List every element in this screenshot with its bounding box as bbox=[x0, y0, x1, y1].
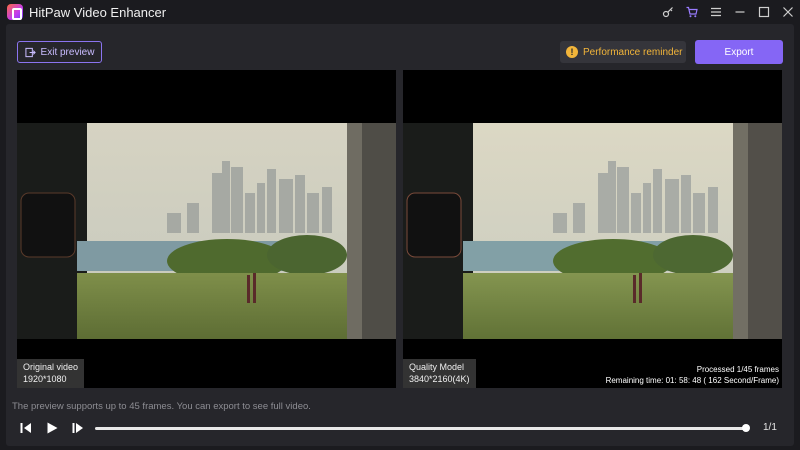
title-bar: HitPaw Video Enhancer bbox=[0, 0, 800, 24]
play-icon bbox=[47, 422, 58, 434]
window-controls bbox=[656, 0, 800, 24]
key-icon[interactable] bbox=[656, 0, 680, 24]
video-frame-image bbox=[17, 123, 396, 339]
export-button[interactable]: Export bbox=[695, 40, 783, 64]
performance-reminder-label: Performance reminder bbox=[583, 46, 683, 58]
maximize-icon[interactable] bbox=[752, 0, 776, 24]
menu-icon[interactable] bbox=[704, 0, 728, 24]
original-video-resolution: 1920*1080 bbox=[23, 374, 67, 384]
remaining-time-text: Remaining time: 01: 58: 48 ( 162 Second/… bbox=[605, 376, 779, 385]
quality-model-label: Quality Model 3840*2160(4K) bbox=[403, 359, 476, 388]
exit-preview-button[interactable]: Exit preview bbox=[17, 41, 102, 63]
original-video-title: Original video bbox=[23, 362, 79, 372]
processed-frames-text: Processed 1/45 frames bbox=[696, 365, 779, 374]
app-logo-icon bbox=[7, 4, 23, 20]
main-panel: Exit preview ! Performance reminder Expo… bbox=[6, 24, 794, 446]
cart-icon[interactable] bbox=[680, 0, 704, 24]
play-button[interactable] bbox=[44, 420, 60, 436]
close-icon[interactable] bbox=[776, 0, 800, 24]
exit-icon bbox=[24, 47, 36, 57]
previous-frame-button[interactable] bbox=[18, 420, 34, 436]
app-title: HitPaw Video Enhancer bbox=[29, 5, 167, 20]
performance-reminder-button[interactable]: ! Performance reminder bbox=[560, 41, 686, 63]
original-video-pane: Original video 1920*1080 bbox=[17, 70, 396, 388]
preview-notice: The preview supports up to 45 frames. Yo… bbox=[12, 401, 311, 412]
original-video-frame bbox=[17, 123, 396, 339]
original-video-label: Original video 1920*1080 bbox=[17, 359, 85, 388]
exit-preview-label: Exit preview bbox=[40, 46, 95, 58]
progress-track[interactable] bbox=[95, 427, 748, 430]
previous-frame-icon bbox=[20, 423, 31, 433]
processing-info: Processed 1/45 frames Remaining time: 01… bbox=[606, 364, 779, 386]
player-controls: 1/1 bbox=[6, 416, 794, 440]
minimize-icon[interactable] bbox=[728, 0, 752, 24]
next-frame-icon bbox=[72, 423, 83, 433]
quality-model-resolution: 3840*2160(4K) bbox=[409, 374, 470, 384]
enhanced-video-pane: Quality Model 3840*2160(4K) Processed 1/… bbox=[403, 70, 782, 388]
enhanced-video-frame bbox=[403, 123, 782, 339]
next-frame-button[interactable] bbox=[70, 420, 86, 436]
progress-handle[interactable] bbox=[742, 424, 750, 432]
video-frame-image bbox=[403, 123, 782, 339]
quality-model-title: Quality Model bbox=[409, 362, 465, 372]
frame-counter: 1/1 bbox=[763, 422, 777, 433]
warning-icon: ! bbox=[566, 46, 578, 58]
